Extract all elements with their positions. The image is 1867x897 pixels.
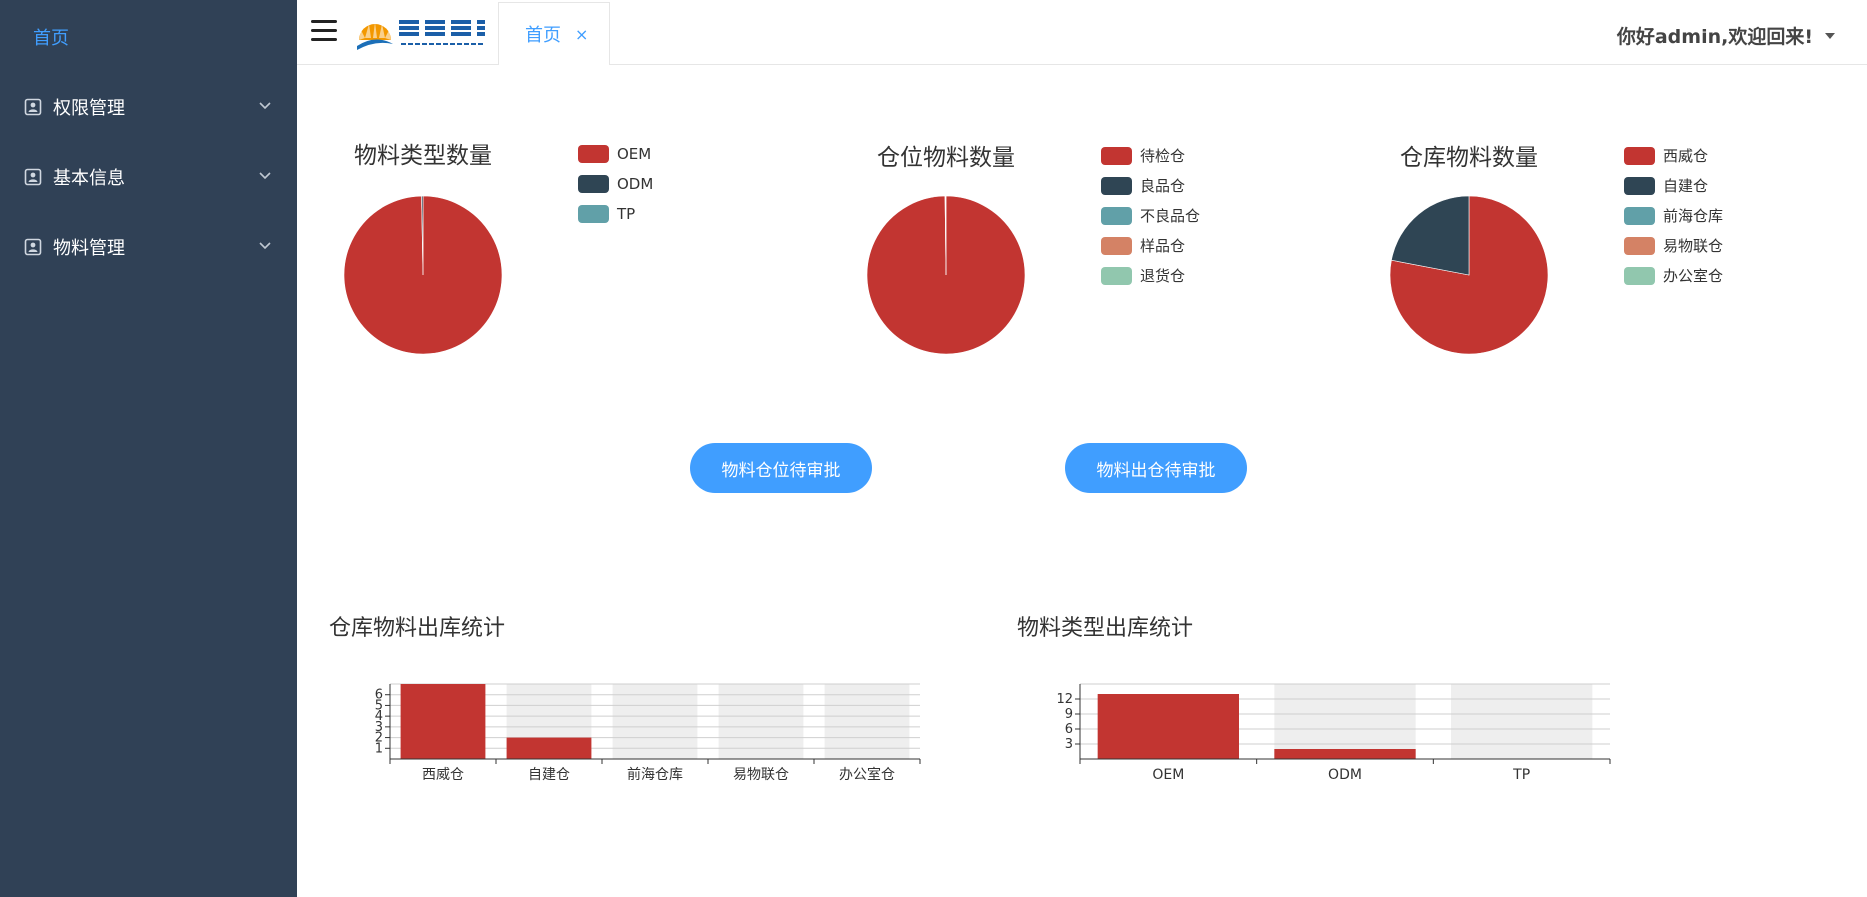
sidebar-item-label: 物料管理 xyxy=(53,238,125,259)
legend-label: 样品仓 xyxy=(1140,237,1186,255)
legend-label: TP xyxy=(617,205,636,223)
legend-swatch xyxy=(1101,146,1132,165)
y-tick-label: 6 xyxy=(1065,722,1073,737)
legend-label: 退货仓 xyxy=(1140,267,1186,285)
y-tick-label: 12 xyxy=(1056,692,1073,707)
top-header: 首页 × 你好admin,欢迎回来! xyxy=(297,0,1867,65)
bar[interactable] xyxy=(1097,694,1239,759)
bar-chart-type-outbound: 36912 OEM ODM TP xyxy=(1056,683,1611,783)
chevron-down-icon xyxy=(259,102,271,110)
legend-item[interactable]: 良品仓 xyxy=(1101,175,1185,196)
category-band xyxy=(1451,684,1593,759)
y-tick-label: 3 xyxy=(1065,737,1073,752)
legend-item[interactable]: ODM xyxy=(578,175,653,193)
legend-item[interactable]: 待检仓 xyxy=(1101,145,1185,166)
legend-swatch xyxy=(1624,206,1655,225)
x-tick-label: 前海仓库 xyxy=(627,766,683,783)
caret-down-icon xyxy=(1825,32,1835,39)
legend-swatch xyxy=(1624,236,1655,255)
legend-swatch xyxy=(1101,206,1132,225)
x-tick-label: OEM xyxy=(1152,767,1184,783)
pie-title: 仓位物料数量 xyxy=(877,145,1015,171)
sidebar-home-label: 首页 xyxy=(33,28,69,49)
legend-label: 良品仓 xyxy=(1140,177,1186,195)
bar[interactable] xyxy=(506,737,592,759)
legend-swatch xyxy=(1624,176,1655,195)
legend-label: ODM xyxy=(617,175,654,193)
legend-item[interactable]: 样品仓 xyxy=(1101,235,1185,256)
legend-label: 西威仓 xyxy=(1663,147,1709,165)
legend-label: 不良品仓 xyxy=(1140,207,1201,225)
legend-label: 易物联仓 xyxy=(1663,237,1724,255)
x-tick-label: TP xyxy=(1512,767,1530,783)
y-tick-label: 9 xyxy=(1065,707,1073,722)
bar-chart-warehouse-outbound: 123456西威仓 自建仓 前海仓库 易物联仓 办公室仓 xyxy=(375,683,921,783)
x-tick-label: 办公室仓 xyxy=(839,766,895,783)
legend-item[interactable]: TP xyxy=(578,205,635,223)
x-tick-label: 西威仓 xyxy=(422,767,464,783)
chevron-down-icon xyxy=(259,172,271,180)
x-tick-label: 易物联仓 xyxy=(733,767,789,783)
sidebar-item-home[interactable]: 首页 xyxy=(0,0,297,74)
bar[interactable] xyxy=(1274,749,1416,759)
legend-item[interactable]: 自建仓 xyxy=(1624,175,1708,196)
user-menu[interactable]: 你好admin,欢迎回来! xyxy=(1617,22,1835,49)
legend-swatch xyxy=(578,175,609,193)
category-band xyxy=(718,684,804,759)
x-tick-label: 自建仓 xyxy=(528,767,570,783)
legend-label: OEM xyxy=(617,145,652,163)
x-tick-label: ODM xyxy=(1328,767,1362,783)
legend-swatch xyxy=(578,145,609,163)
sidebar: 首页 权限管理 基本信息 物料管理 xyxy=(0,0,297,897)
legend-item[interactable]: OEM xyxy=(578,145,651,163)
contact-book-icon xyxy=(24,98,42,116)
legend-swatch xyxy=(1624,266,1655,285)
bar[interactable] xyxy=(400,684,486,759)
contact-book-icon xyxy=(24,168,42,186)
tab-home[interactable]: 首页 × xyxy=(498,2,610,65)
sidebar-item-basic-info[interactable]: 基本信息 xyxy=(0,142,297,212)
legend-label: 办公室仓 xyxy=(1663,267,1724,285)
legend-swatch xyxy=(1101,236,1132,255)
material-location-approval-button[interactable]: 物料仓位待审批 xyxy=(690,443,872,493)
legend-item[interactable]: 前海仓库 xyxy=(1624,205,1723,226)
material-outbound-approval-button[interactable]: 物料出仓待审批 xyxy=(1065,443,1247,493)
contact-book-icon xyxy=(24,238,42,256)
category-band xyxy=(824,684,910,759)
sidebar-item-permission[interactable]: 权限管理 xyxy=(0,72,297,142)
pie-title: 仓库物料数量 xyxy=(1400,145,1538,171)
user-greeting: 你好admin,欢迎回来! xyxy=(1616,26,1813,48)
pie-title: 物料类型数量 xyxy=(354,143,492,169)
legend-label: 前海仓库 xyxy=(1663,207,1724,225)
legend-item[interactable]: 易物联仓 xyxy=(1624,235,1723,256)
sidebar-item-label: 权限管理 xyxy=(53,98,125,119)
pie-chart-warehouse xyxy=(1389,195,1549,355)
legend-label: 自建仓 xyxy=(1663,177,1709,195)
legend-swatch xyxy=(1101,176,1132,195)
sidebar-item-material[interactable]: 物料管理 xyxy=(0,212,297,282)
category-band xyxy=(612,684,698,759)
legend-item[interactable]: 退货仓 xyxy=(1101,265,1185,286)
pie-chart-material-type xyxy=(343,195,503,355)
tab-label: 首页 xyxy=(525,25,561,46)
legend-swatch xyxy=(1624,146,1655,165)
legend-label: 待检仓 xyxy=(1140,147,1186,165)
category-band xyxy=(1274,684,1416,759)
legend-item[interactable]: 西威仓 xyxy=(1624,145,1708,166)
brand-logo xyxy=(357,20,485,50)
bar-chart-title: 物料类型出库统计 xyxy=(1017,616,1194,641)
sidebar-item-label: 基本信息 xyxy=(53,168,125,189)
legend-swatch xyxy=(1101,266,1132,285)
legend-swatch xyxy=(578,205,609,223)
legend-item[interactable]: 不良品仓 xyxy=(1101,205,1200,226)
y-tick-label: 6 xyxy=(375,688,383,703)
pie-chart-location xyxy=(866,195,1026,355)
close-icon[interactable]: × xyxy=(575,25,588,44)
menu-toggle-icon[interactable] xyxy=(311,20,337,42)
chevron-down-icon xyxy=(259,242,271,250)
bar-chart-title: 仓库物料出库统计 xyxy=(329,616,506,641)
legend-item[interactable]: 办公室仓 xyxy=(1624,265,1723,286)
